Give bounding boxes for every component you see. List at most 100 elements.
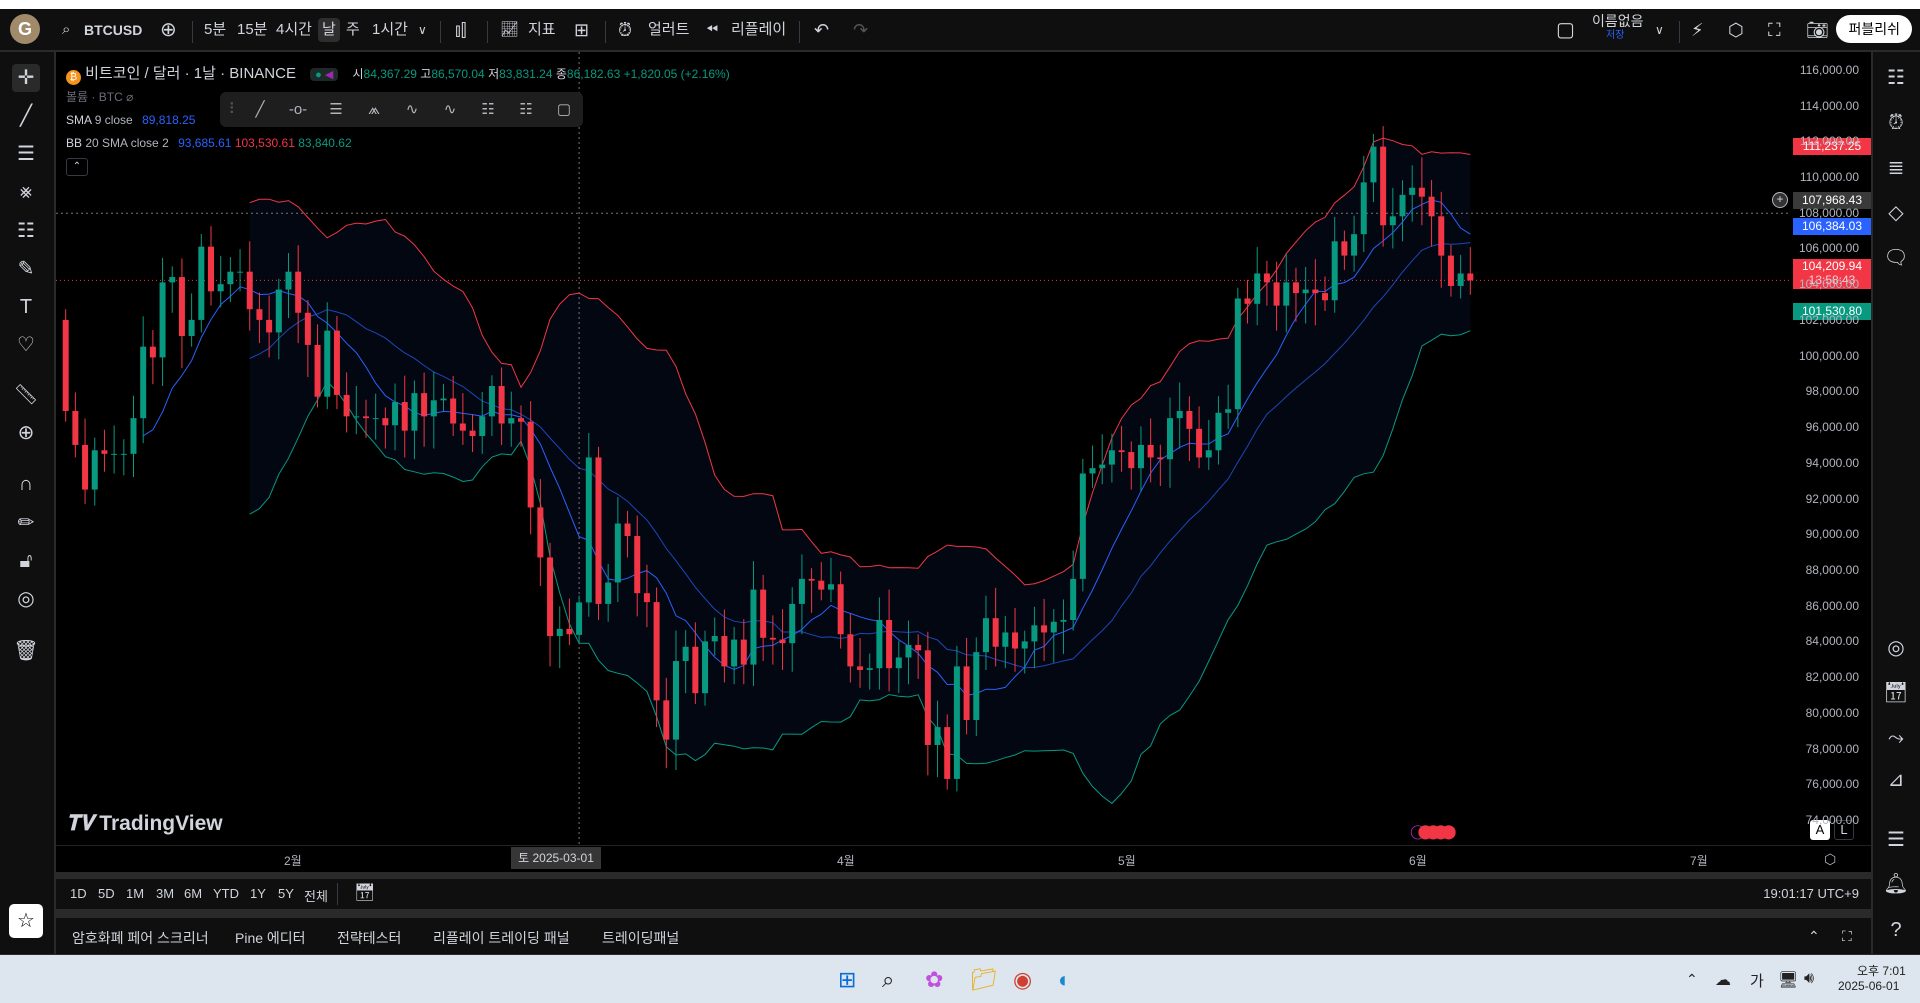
interval-5m[interactable]: 5분 [204, 18, 226, 42]
chrome-icon[interactable]: ◉ [1013, 967, 1032, 993]
add-alert-plus-icon[interactable]: + [1772, 192, 1788, 208]
broadcast-icon[interactable]: ☰ [1882, 826, 1910, 854]
onedrive-off-icon[interactable]: ☁︎ [1715, 970, 1731, 990]
goto-date-calendar-icon[interactable]: 📅︎ [354, 883, 376, 903]
lock-icon[interactable]: 🔓︎ [12, 547, 40, 575]
lock-drawing-icon[interactable]: ✏ [12, 509, 40, 537]
ime-indicator[interactable]: 가 [1750, 970, 1764, 991]
settings-gear-icon[interactable]: ⬡ [1728, 18, 1744, 42]
economic-events-flags[interactable]: ◯⬤⬤⬤ ⬤ [1410, 823, 1456, 840]
redo-icon[interactable]: ↷ [853, 18, 868, 42]
add-list-icon[interactable]: ≣ [1882, 154, 1910, 182]
options-icon[interactable]: ⊿ [1882, 766, 1910, 794]
layout-square-icon[interactable]: ▢ [1556, 18, 1575, 42]
fullscreen-icon[interactable]: ⛶ [1768, 18, 1781, 42]
layers-icon[interactable]: ◇ [1882, 199, 1910, 227]
alert-clock-icon[interactable]: ⏰︎ [618, 18, 632, 42]
file-explorer-icon[interactable]: 📁︎ [970, 967, 998, 993]
help-icon[interactable]: ? [1882, 916, 1910, 944]
abcd-pattern-icon[interactable]: ∿ [438, 98, 462, 122]
indicators-icon[interactable]: 📈︎ [500, 18, 519, 42]
range-ytd[interactable]: YTD [213, 886, 239, 901]
interval-1h[interactable]: 1시간 [372, 18, 408, 42]
volume-legend[interactable]: 볼륨 · BTC ⌀ [66, 88, 133, 105]
chat-icon[interactable]: 🗨︎ [1882, 244, 1910, 272]
heart-icon[interactable]: ♡ [12, 331, 40, 359]
strategy-arrows-icon[interactable]: ⤳ [1882, 724, 1910, 752]
replay-button[interactable]: 리플레이 [731, 18, 786, 42]
range-3m[interactable]: 3M [156, 886, 174, 901]
indicators-button[interactable]: 지표 [528, 18, 556, 42]
compare-add-icon[interactable]: ⊕ [160, 18, 177, 42]
save-status[interactable]: 저장 [1606, 30, 1624, 42]
tray-chevron-icon[interactable]: ⌃ [1686, 971, 1698, 988]
range-1y[interactable]: 1Y [250, 886, 266, 901]
edge-icon[interactable]: ◐ [1058, 967, 1071, 993]
chevron-down-icon[interactable]: ∨ [1655, 18, 1664, 42]
trend-line-icon[interactable]: ╱ [248, 98, 272, 122]
undo-icon[interactable]: ↶ [814, 18, 829, 42]
taskbar-time[interactable]: 오후 7:01 [1857, 962, 1906, 979]
trend-line-icon[interactable]: ╱ [12, 102, 40, 130]
windows-start-icon[interactable]: ⊞ [838, 967, 856, 993]
interval-1d[interactable]: 날 [318, 18, 340, 42]
tab-replay-trading[interactable]: 리플레이 트레이딩 패널 [433, 928, 570, 948]
drag-handle-icon[interactable]: ⠇ [222, 98, 246, 122]
target-icon[interactable]: ◎ [1882, 634, 1910, 662]
sma-legend[interactable]: SMA 9 close 89,818.25 [66, 113, 195, 127]
magnet-icon[interactable]: ∩ [12, 470, 40, 498]
horizontal-ray-icon[interactable]: -o- [286, 98, 310, 122]
time-axis-settings-icon[interactable]: ⬡ [1824, 851, 1836, 868]
clock-timezone[interactable]: 19:01:17 UTC+9 [1763, 886, 1859, 901]
user-avatar[interactable]: G [10, 14, 40, 44]
rectangle-icon[interactable]: ▢ [552, 98, 576, 122]
taskbar-search-icon[interactable]: ⌕ [882, 967, 894, 993]
bell-icon[interactable]: 🔔︎ [1882, 870, 1910, 898]
collapse-legend-button[interactable]: ⌃ [66, 158, 88, 176]
taskbar-date[interactable]: 2025-06-01 [1838, 979, 1899, 993]
trash-icon[interactable]: 🗑︎ [12, 637, 40, 665]
candles-chart-type-icon[interactable]: ⫾⫿ [455, 18, 467, 42]
range-5d[interactable]: 5D [98, 886, 115, 901]
chevron-down-icon[interactable]: ∨ [418, 18, 427, 42]
brush-icon[interactable]: ✎ [12, 255, 40, 283]
crosshair-icon[interactable]: ✛ [12, 64, 40, 92]
price-chart[interactable] [56, 52, 1871, 872]
pitchfork-icon[interactable]: ⩕ [362, 98, 386, 122]
volume-icon[interactable]: 🔊︎ [1804, 970, 1814, 988]
tab-trading-panel[interactable]: 트레이딩패널 [602, 928, 679, 948]
ruler-icon[interactable]: 📏︎ [12, 381, 40, 409]
zoom-in-icon[interactable]: ⊕ [12, 419, 40, 447]
market-status-badge[interactable]: ● ◀ [310, 68, 339, 81]
bb-legend[interactable]: BB 20 SMA close 2 93,685.61 103,530.61 8… [66, 136, 352, 150]
publish-button[interactable]: 퍼블리쉬 [1836, 15, 1912, 43]
chart-pane[interactable]: ₿ 비트코인 / 달러 · 1날 · BINANCE ● ◀ 시84,367.2… [56, 52, 1871, 872]
price-axis[interactable]: 116,000.00 114,000.00 112,000.00 110,000.00… [1790, 52, 1871, 845]
fib-extension-icon[interactable]: ☷ [514, 98, 538, 122]
alert-button[interactable]: 얼러트 [648, 18, 689, 42]
symbol-search[interactable]: BTCUSD [84, 18, 142, 42]
tab-crypto-screener[interactable]: 암호화폐 페어 스크리너 [72, 928, 209, 948]
alarm-clock-icon[interactable]: ⏰︎ [1882, 109, 1910, 137]
layouts-grid-icon[interactable]: ⊞ [574, 18, 589, 42]
layout-name[interactable]: 이름없음 [1592, 13, 1644, 29]
watchlist-icon[interactable]: ☷ [1882, 64, 1910, 92]
text-icon[interactable]: T [12, 293, 40, 321]
maximize-panel-icon[interactable]: ⛶ [1842, 928, 1852, 945]
tab-strategy-tester[interactable]: 전략테스터 [337, 928, 401, 948]
tab-pine-editor[interactable]: Pine 에디터 [235, 928, 306, 948]
fib-lines-icon[interactable]: ☰ [12, 140, 40, 168]
copilot-icon[interactable]: ✿ [925, 967, 943, 993]
search-icon[interactable]: ⌕ [62, 18, 70, 42]
interval-15m[interactable]: 15분 [237, 18, 268, 42]
favorites-star-icon[interactable]: ☆ [9, 904, 43, 938]
expand-panel-chevron-icon[interactable]: ⌃ [1808, 928, 1820, 945]
forecast-icon[interactable]: ☷ [12, 217, 40, 245]
hidden-eye-icon[interactable]: ⌀ [126, 90, 133, 104]
camera-icon[interactable]: 📷︎ [1806, 18, 1829, 42]
symbol-title[interactable]: 비트코인 / 달러 · 1날 · BINANCE [85, 65, 296, 82]
network-icon[interactable]: 🖥︎ [1778, 970, 1798, 990]
parallel-channel-icon[interactable]: ☰ [324, 98, 348, 122]
pattern-icon[interactable]: ⨳ [12, 178, 40, 206]
range-1d[interactable]: 1D [70, 886, 87, 901]
